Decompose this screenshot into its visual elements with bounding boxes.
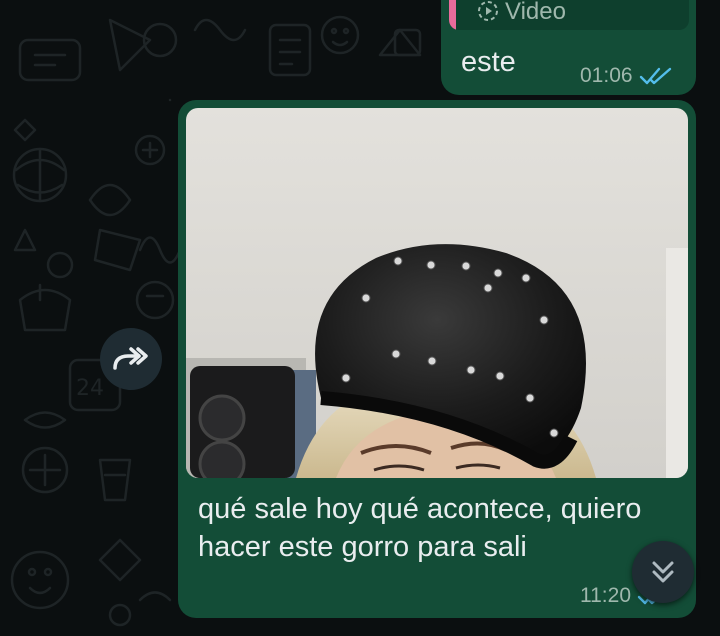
message-meta: 01:06 [580,64,673,88]
double-check-read-icon [639,67,671,85]
message-text: este [461,46,516,78]
message-photo[interactable] [186,108,688,478]
quoted-message[interactable]: Video [449,0,689,30]
photo-content [186,108,688,478]
video-icon [478,1,498,21]
message-bubble-outgoing-image[interactable]: qué sale hoy qué acontece, quiero hacer … [178,100,696,618]
forward-icon [113,347,148,370]
message-text: qué sale hoy qué acontece, quiero hacer … [198,493,642,563]
scroll-to-bottom-button[interactable] [632,541,694,603]
message-time: 11:20 [580,584,631,607]
message-bubble-outgoing[interactable]: Video este 01:06 [441,0,696,95]
svg-text:24: 24 [76,376,104,401]
chevron-double-down-icon [652,561,674,583]
quote-accent-bar [449,0,456,30]
forward-button[interactable] [100,328,162,390]
quoted-media-label: Video [505,0,566,25]
message-time: 01:06 [580,64,633,87]
